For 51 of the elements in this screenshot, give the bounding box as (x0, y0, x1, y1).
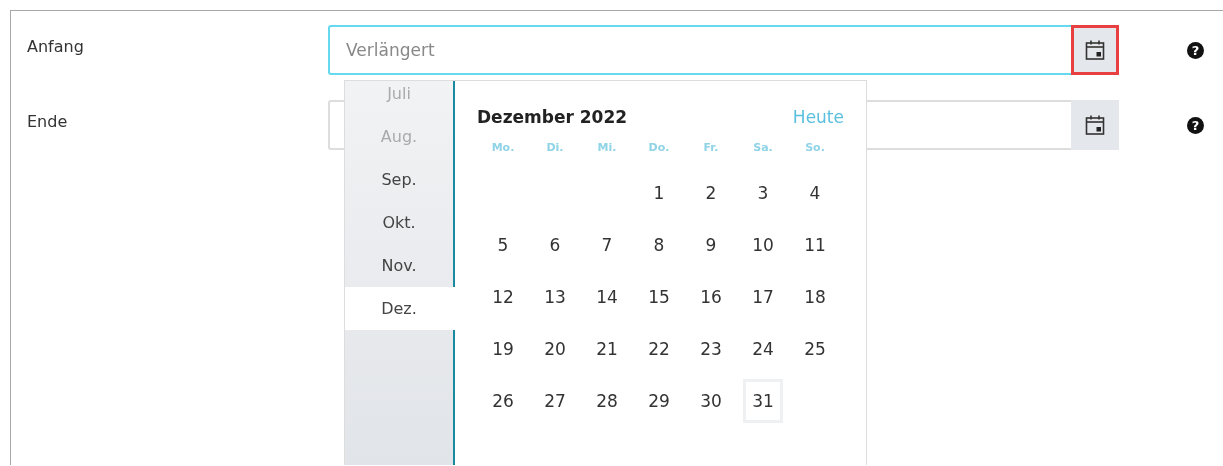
calendar-icon (1085, 39, 1105, 61)
day-cell[interactable]: 6 (535, 223, 575, 267)
month-item[interactable]: Okt. (345, 201, 455, 244)
day-cell[interactable]: 17 (743, 275, 783, 319)
month-title: Dezember 2022 (477, 107, 628, 127)
day-cell[interactable]: 10 (743, 223, 783, 267)
weekday-header: Mi. (596, 141, 618, 156)
weekday-header: Fr. (702, 141, 720, 156)
day-cell[interactable]: 28 (587, 379, 627, 423)
day-cell[interactable]: 30 (691, 379, 731, 423)
day-cell[interactable]: 5 (483, 223, 523, 267)
day-cell[interactable]: 27 (535, 379, 575, 423)
day-cell[interactable]: 24 (743, 327, 783, 371)
day-cell[interactable]: 2 (691, 171, 731, 215)
month-item[interactable]: Dez. (345, 287, 455, 330)
day-cell[interactable]: 1 (639, 171, 679, 215)
day-cell[interactable]: 22 (639, 327, 679, 371)
weekday-header: Di. (545, 141, 565, 156)
day-cell[interactable]: 3 (743, 171, 783, 215)
date-input-field[interactable]: Verlängert (328, 25, 1071, 75)
day-cell[interactable]: 11 (795, 223, 835, 267)
weekday-header: So. (804, 141, 826, 156)
day-cell[interactable]: 25 (795, 327, 835, 371)
field-label: Anfang (26, 36, 85, 56)
day-cell[interactable]: 16 (691, 275, 731, 319)
field-label: Ende (26, 111, 69, 131)
day-cell[interactable]: 19 (483, 327, 523, 371)
month-item[interactable]: Sep. (345, 158, 455, 201)
help-icon[interactable]: ? (1187, 41, 1204, 59)
help-icon[interactable]: ? (1187, 116, 1204, 134)
day-cell[interactable]: 21 (587, 327, 627, 371)
weekday-header: Sa. (752, 141, 774, 156)
calendar-icon (1085, 114, 1105, 136)
calendar-button[interactable] (1071, 25, 1119, 75)
day-cell[interactable]: 18 (795, 275, 835, 319)
day-cell[interactable]: 7 (587, 223, 627, 267)
day-cell[interactable]: 29 (639, 379, 679, 423)
day-cell[interactable]: 12 (483, 275, 523, 319)
day-cell[interactable]: 15 (639, 275, 679, 319)
day-cell[interactable]: 8 (639, 223, 679, 267)
day-cell[interactable]: 26 (483, 379, 523, 423)
day-cell[interactable]: 9 (691, 223, 731, 267)
day-cell[interactable]: 23 (691, 327, 731, 371)
weekday-header: Do. (647, 141, 671, 156)
day-cell[interactable]: 20 (535, 327, 575, 371)
day-cell[interactable]: 4 (795, 171, 835, 215)
calendar-button[interactable] (1071, 100, 1119, 150)
day-cell[interactable]: 31 (743, 379, 783, 423)
day-cell[interactable]: 14 (587, 275, 627, 319)
day-cell[interactable]: 13 (535, 275, 575, 319)
weekday-header: Mo. (490, 141, 516, 156)
